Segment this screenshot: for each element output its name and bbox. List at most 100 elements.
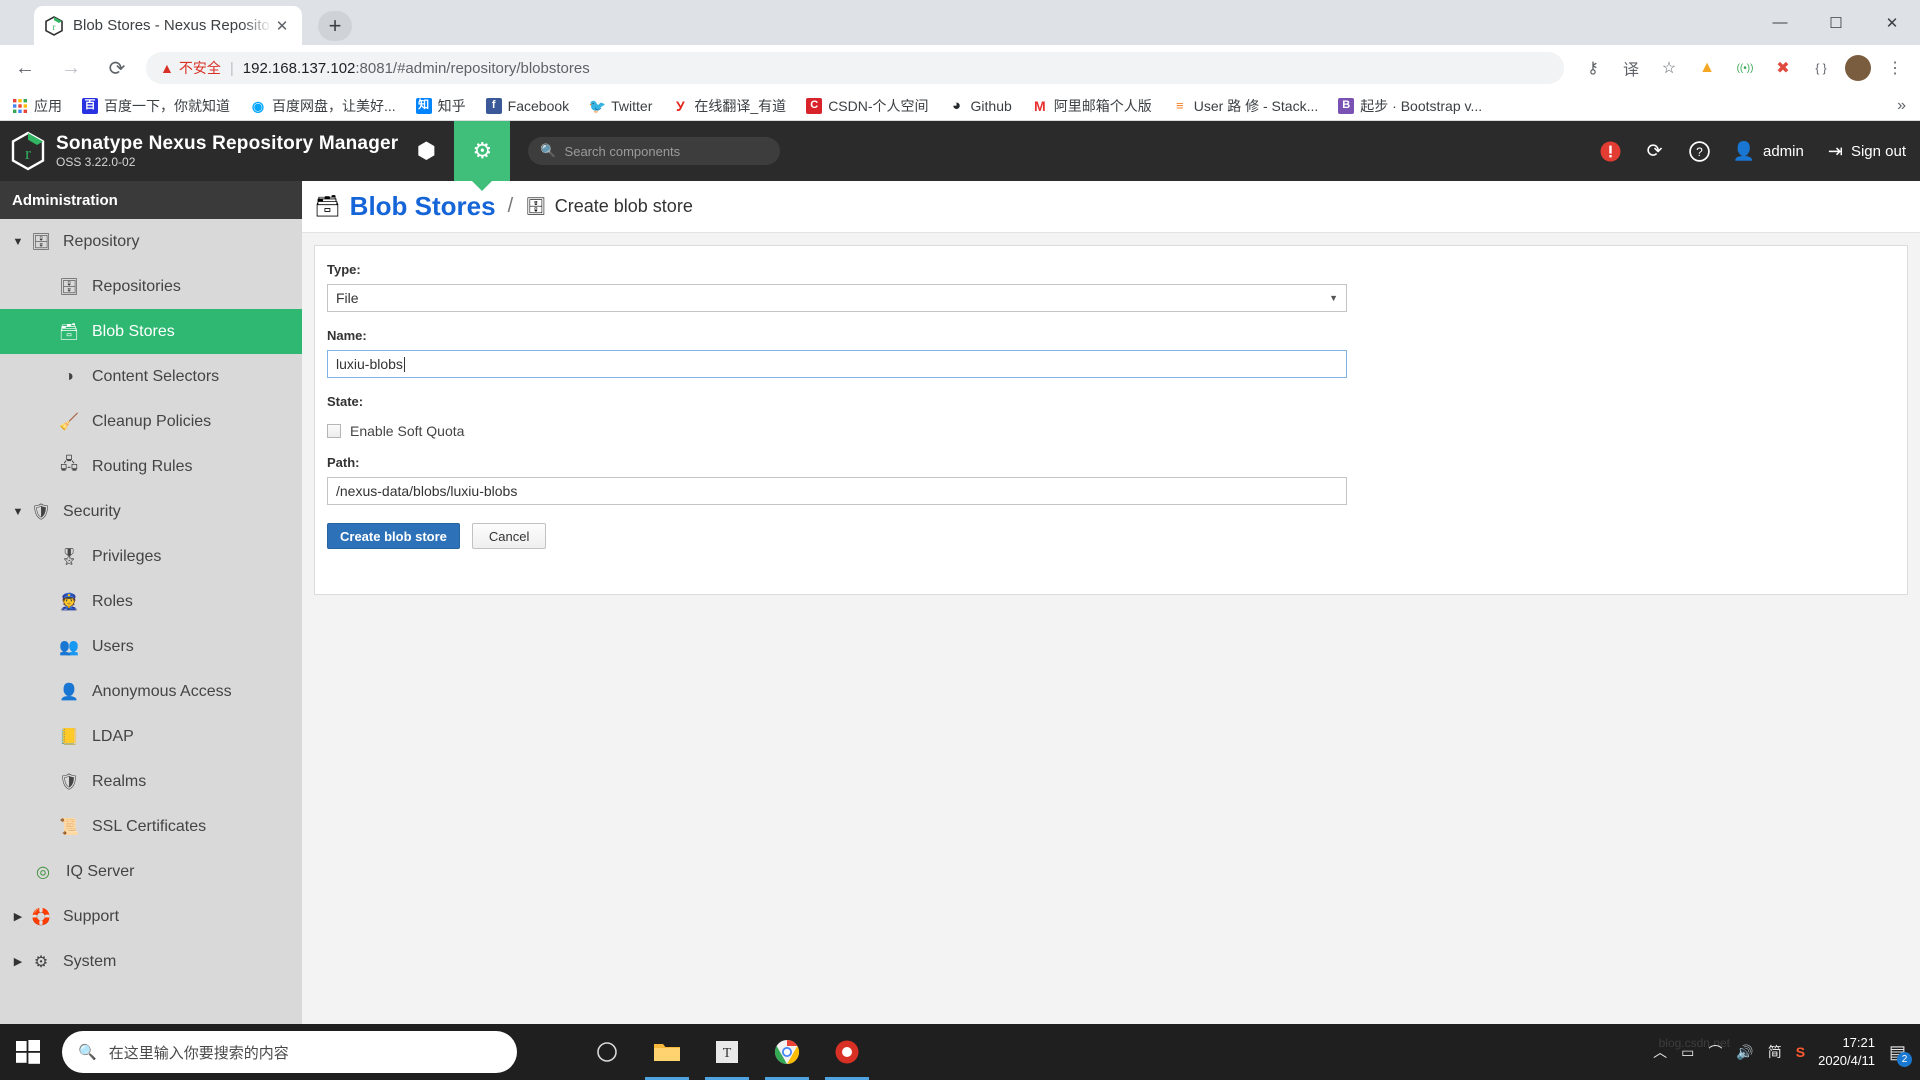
officer-icon: 👮 <box>59 593 79 611</box>
back-button[interactable]: ← <box>4 47 46 89</box>
browse-cube-button[interactable]: ⬢ <box>398 121 454 181</box>
path-input[interactable]: /nexus-data/blobs/luxiu-blobs <box>327 477 1347 505</box>
bookmark-facebook[interactable]: f Facebook <box>478 94 577 118</box>
sidebar-item-anonymous-access[interactable]: 👤 Anonymous Access <box>0 669 302 714</box>
create-blob-store-button[interactable]: Create blob store <box>327 523 460 549</box>
sidebar-item-label: Anonymous Access <box>92 682 232 700</box>
sogou-icon[interactable]: S <box>1796 1044 1805 1060</box>
sidebar-item-content-selectors[interactable]: ◑ Content Selectors <box>0 354 302 399</box>
chrome-icon[interactable] <box>757 1024 817 1080</box>
sidebar-item-ldap[interactable]: 📒 LDAP <box>0 714 302 759</box>
browser-menu-icon[interactable]: ⋮ <box>1878 51 1912 85</box>
refresh-icon[interactable]: ⟳ <box>1647 140 1663 163</box>
nexus-logo-icon: r <box>10 131 46 171</box>
sidebar-item-ssl-certificates[interactable]: 📜 SSL Certificates <box>0 804 302 849</box>
user-menu[interactable]: 👤 admin <box>1733 141 1804 162</box>
sidebar-item-support[interactable]: ▶ 🛟 Support <box>0 894 302 939</box>
type-select[interactable]: File ▼ <box>327 284 1347 312</box>
sidebar-item-system[interactable]: ▶ ⚙ System <box>0 939 302 984</box>
alert-icon[interactable] <box>1600 141 1621 162</box>
clock-date: 2020/4/11 <box>1818 1053 1875 1068</box>
windows-start-button[interactable] <box>0 1024 56 1080</box>
clock[interactable]: 17:21 2020/4/11 <box>1818 1034 1875 1069</box>
sidebar-item-roles[interactable]: 👮 Roles <box>0 579 302 624</box>
bookmark-github[interactable]: ◕ Github <box>941 94 1020 118</box>
bookmark-bootstrap[interactable]: B 起步 · Bootstrap v... <box>1330 94 1490 118</box>
insecure-warning[interactable]: ▲ 不安全 <box>160 58 221 78</box>
close-icon[interactable]: ✕ <box>272 16 292 36</box>
sidebar-item-blob-stores[interactable]: 🗃 Blob Stores <box>0 309 302 354</box>
nexus-brand[interactable]: r Sonatype Nexus Repository Manager OSS … <box>0 121 398 181</box>
help-icon[interactable]: ? <box>1688 140 1710 162</box>
bookmark-star-icon[interactable]: ☆ <box>1652 51 1686 85</box>
sidebar-item-label: Repository <box>63 232 140 250</box>
twitter-icon: 🐦 <box>588 97 606 114</box>
sidebar-item-repository[interactable]: ▼ 🗄 Repository <box>0 219 302 264</box>
chevron-right-icon[interactable]: ▶ <box>8 910 28 923</box>
enable-soft-quota-checkbox[interactable] <box>327 424 341 438</box>
sidebar-item-security[interactable]: ▼ 🛡 Security <box>0 489 302 534</box>
chevron-down-icon[interactable]: ▼ <box>8 236 28 248</box>
bookmark-twitter[interactable]: 🐦 Twitter <box>581 94 660 118</box>
sidebar-item-label: SSL Certificates <box>92 817 207 835</box>
app-red-icon[interactable] <box>817 1024 877 1080</box>
volume-icon[interactable]: 🔊 <box>1736 1044 1753 1061</box>
notification-center-button[interactable]: ▤ 2 <box>1889 1042 1912 1067</box>
admin-gear-button[interactable]: ⚙ <box>454 121 511 181</box>
bookmark-apps[interactable]: 应用 <box>4 94 70 118</box>
address-bar[interactable]: ▲ 不安全 | 192.168.137.102:8081/#admin/repo… <box>146 52 1564 84</box>
nexus-header-right: ⟳ ? 👤 admin ⇥ Sign out <box>1587 121 1920 181</box>
name-label: Name: <box>327 328 367 343</box>
maximize-button[interactable]: ☐ <box>1808 0 1864 45</box>
sidebar-item-cleanup-policies[interactable]: 🧹 Cleanup Policies <box>0 399 302 444</box>
bookmark-label: Twitter <box>611 97 653 114</box>
bookmark-youdao[interactable]: У 在线翻译_有道 <box>664 94 794 118</box>
extension-wifi-icon[interactable]: ((•)) <box>1728 51 1762 85</box>
bookmark-alimail[interactable]: M 阿里邮箱个人版 <box>1024 94 1160 118</box>
password-key-icon[interactable]: ⚷ <box>1576 51 1610 85</box>
sidebar-item-label: Privileges <box>92 547 162 565</box>
tab-title: Blob Stores - Nexus Repository <box>73 17 272 34</box>
breadcrumb-root-link[interactable]: Blob Stores <box>350 191 496 222</box>
forward-button[interactable]: → <box>50 47 92 89</box>
bookmark-baidu-pan[interactable]: ◉ 百度网盘，让美好... <box>242 94 404 118</box>
new-tab-button[interactable]: + <box>318 11 352 41</box>
sidebar-item-users[interactable]: 👥 Users <box>0 624 302 669</box>
sidebar-item-routing-rules[interactable]: 🖧 Routing Rules <box>0 444 302 489</box>
terminal-icon[interactable]: T <box>697 1024 757 1080</box>
chevron-down-icon[interactable]: ▼ <box>8 506 28 518</box>
ime-icon[interactable]: 简 <box>1768 1042 1782 1062</box>
sidebar-item-realms[interactable]: 🛡 Realms <box>0 759 302 804</box>
sidebar-item-privileges[interactable]: 🎖 Privileges <box>0 534 302 579</box>
extension-color-icon[interactable]: ▲ <box>1690 51 1724 85</box>
search-input[interactable]: 🔍 Search components <box>528 137 781 165</box>
sign-out-button[interactable]: ⇥ Sign out <box>1828 141 1906 162</box>
blobstore-small-icon: 🗄 <box>525 196 547 216</box>
extension-code-icon[interactable]: { } <box>1804 51 1838 85</box>
sidebar-item-iq-server[interactable]: ◎ IQ Server <box>0 849 302 894</box>
sidebar-item-repositories[interactable]: 🗄 Repositories <box>0 264 302 309</box>
bookmark-csdn[interactable]: C CSDN-个人空间 <box>798 94 936 118</box>
reload-button[interactable]: ⟳ <box>96 47 138 89</box>
avatar[interactable] <box>1845 55 1871 81</box>
taskbar-search-input[interactable]: 🔍 在这里输入你要搜索的内容 <box>62 1031 517 1073</box>
cancel-button[interactable]: Cancel <box>471 523 547 549</box>
bookmark-stackoverflow[interactable]: ≡ User 路 修 - Stack... <box>1164 94 1326 118</box>
bookmark-baidu[interactable]: 百 百度一下，你就知道 <box>74 94 238 118</box>
zhihu-icon: 知 <box>415 97 432 114</box>
broom-icon: 🧹 <box>59 413 79 431</box>
bookmark-zhihu[interactable]: 知 知乎 <box>408 94 474 118</box>
path-input-value: /nexus-data/blobs/luxiu-blobs <box>336 483 518 499</box>
extension-block-icon[interactable]: ✖ <box>1766 51 1800 85</box>
svg-text:T: T <box>723 1046 732 1061</box>
chevron-right-icon[interactable]: ▶ <box>8 955 28 968</box>
file-explorer-icon[interactable] <box>637 1024 697 1080</box>
minimize-button[interactable]: — <box>1752 0 1808 45</box>
window-close-button[interactable]: ✕ <box>1864 0 1920 45</box>
name-input[interactable]: luxiu-blobs <box>327 350 1347 378</box>
translate-icon[interactable]: 译 <box>1614 51 1648 85</box>
browser-tab[interactable]: r Blob Stores - Nexus Repository ✕ <box>34 6 302 45</box>
cortana-icon[interactable] <box>577 1024 637 1080</box>
soft-quota-row[interactable]: Enable Soft Quota <box>327 423 1895 439</box>
bookmarks-overflow-button[interactable]: » <box>1897 97 1920 115</box>
